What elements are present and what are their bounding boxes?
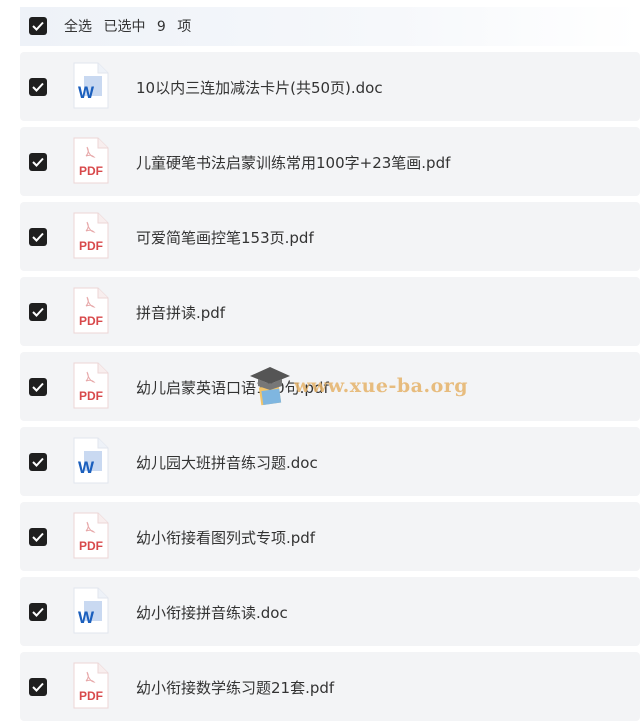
file-row[interactable]: PDF 幼小衔接数学练习题21套.pdf	[20, 652, 640, 721]
svg-text:W: W	[78, 458, 95, 477]
selection-header: 全选 已选中 9 项	[20, 7, 640, 46]
svg-text:PDF: PDF	[79, 389, 103, 403]
file-row[interactable]: PDF 可爱简笔画控笔153页.pdf	[20, 202, 640, 271]
file-checkbox[interactable]	[29, 78, 47, 96]
file-name[interactable]: 儿童硬笔书法启蒙训练常用100字+23笔画.pdf	[136, 152, 450, 173]
file-row[interactable]: PDF 幼儿启蒙英语口语100句.pdf	[20, 352, 640, 421]
check-icon	[32, 232, 44, 242]
file-row[interactable]: PDF 拼音拼读.pdf	[20, 277, 640, 346]
check-icon	[32, 382, 44, 392]
check-icon	[32, 82, 44, 92]
svg-text:PDF: PDF	[79, 164, 103, 178]
pdf-file-icon: PDF	[73, 287, 109, 334]
file-name[interactable]: 幼小衔接看图列式专项.pdf	[136, 527, 315, 548]
selection-summary: 全选 已选中 9 项	[64, 16, 198, 36]
svg-text:W: W	[78, 83, 95, 102]
pdf-file-icon: PDF	[73, 137, 109, 184]
file-name[interactable]: 10以内三连加减法卡片(共50页).doc	[136, 77, 383, 98]
word-file-icon: W	[73, 587, 109, 634]
pdf-file-icon: PDF	[73, 362, 109, 409]
selected-count: 9	[156, 19, 166, 35]
check-icon	[32, 532, 44, 542]
file-row[interactable]: W 幼儿园大班拼音练习题.doc	[20, 427, 640, 496]
file-row[interactable]: PDF 儿童硬笔书法启蒙训练常用100字+23笔画.pdf	[20, 127, 640, 196]
file-row[interactable]: PDF 幼小衔接看图列式专项.pdf	[20, 502, 640, 571]
file-name[interactable]: 幼小衔接拼音练读.doc	[136, 602, 288, 623]
word-file-icon: W	[73, 437, 109, 484]
select-all-label[interactable]: 全选	[64, 19, 92, 35]
file-name[interactable]: 幼儿园大班拼音练习题.doc	[136, 452, 318, 473]
svg-text:PDF: PDF	[79, 689, 103, 703]
check-icon	[32, 307, 44, 317]
select-all-checkbox[interactable]	[29, 17, 47, 35]
file-checkbox[interactable]	[29, 453, 47, 471]
check-icon	[32, 157, 44, 167]
pdf-file-icon: PDF	[73, 512, 109, 559]
selected-suffix: 项	[177, 19, 192, 35]
file-checkbox[interactable]	[29, 528, 47, 546]
selected-prefix: 已选中	[103, 19, 146, 35]
pdf-file-icon: PDF	[73, 212, 109, 259]
file-checkbox[interactable]	[29, 378, 47, 396]
svg-text:PDF: PDF	[79, 539, 103, 553]
svg-text:PDF: PDF	[79, 314, 103, 328]
check-icon	[32, 21, 44, 31]
check-icon	[32, 682, 44, 692]
check-icon	[32, 607, 44, 617]
file-checkbox[interactable]	[29, 153, 47, 171]
file-row[interactable]: W 幼小衔接拼音练读.doc	[20, 577, 640, 646]
file-row[interactable]: W 10以内三连加减法卡片(共50页).doc	[20, 52, 640, 121]
file-checkbox[interactable]	[29, 603, 47, 621]
check-icon	[32, 457, 44, 467]
file-name[interactable]: 拼音拼读.pdf	[136, 302, 225, 323]
file-list: W 10以内三连加减法卡片(共50页).doc PDF 儿童硬笔书法启蒙训练常用100…	[20, 52, 640, 727]
svg-text:PDF: PDF	[79, 239, 103, 253]
pdf-file-icon: PDF	[73, 662, 109, 709]
svg-text:W: W	[78, 608, 95, 627]
file-checkbox[interactable]	[29, 678, 47, 696]
file-checkbox[interactable]	[29, 303, 47, 321]
file-checkbox[interactable]	[29, 228, 47, 246]
file-name[interactable]: 幼儿启蒙英语口语100句.pdf	[136, 377, 329, 398]
file-name[interactable]: 可爱简笔画控笔153页.pdf	[136, 227, 314, 248]
file-name[interactable]: 幼小衔接数学练习题21套.pdf	[136, 677, 334, 698]
word-file-icon: W	[73, 62, 109, 109]
